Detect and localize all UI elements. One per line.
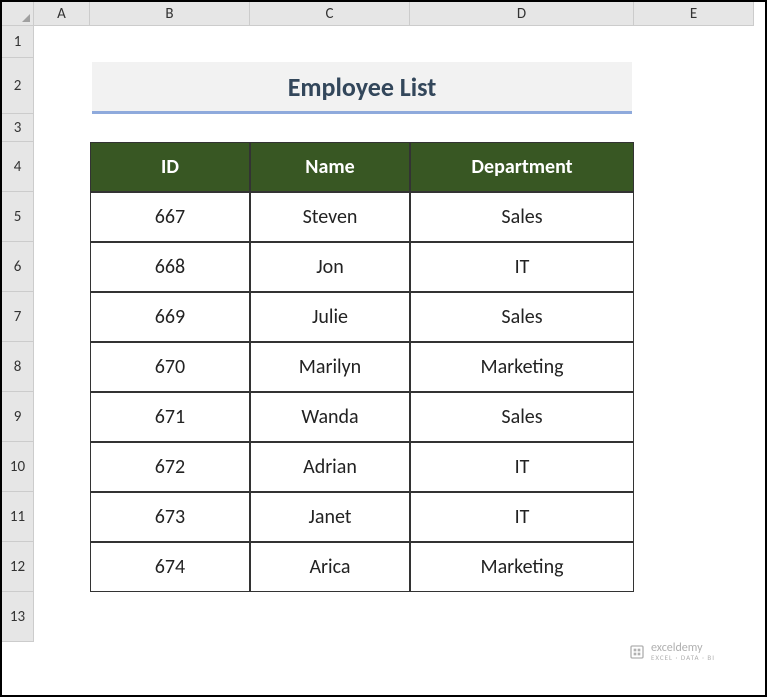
logo-icon (629, 644, 645, 660)
row-header-4[interactable]: 4 (2, 142, 34, 192)
table-row[interactable]: Sales (410, 292, 634, 342)
col-header-B[interactable]: B (90, 2, 250, 26)
table-row[interactable]: Sales (410, 392, 634, 442)
table-row[interactable]: 670 (90, 342, 250, 392)
row-header-3[interactable]: 3 (2, 114, 34, 142)
watermark: exceldemy EXCEL · DATA · BI (629, 642, 715, 661)
table-header-name[interactable]: Name (250, 142, 410, 192)
table-row[interactable]: IT (410, 442, 634, 492)
row-header-6[interactable]: 6 (2, 242, 34, 292)
row-header-12[interactable]: 12 (2, 542, 34, 592)
row-header-5[interactable]: 5 (2, 192, 34, 242)
table-row[interactable]: 671 (90, 392, 250, 442)
col-header-E[interactable]: E (634, 2, 754, 26)
row-header-1[interactable]: 1 (2, 26, 34, 58)
table-row[interactable]: Marketing (410, 542, 634, 592)
table-header-dept[interactable]: Department (410, 142, 634, 192)
table-header-id[interactable]: ID (90, 142, 250, 192)
row-header-2[interactable]: 2 (2, 58, 34, 114)
table-row[interactable]: Steven (250, 192, 410, 242)
spreadsheet-grid: A B C D E 1 2 3 4 5 6 7 8 9 10 11 12 13 … (2, 2, 754, 642)
table-row[interactable]: Marketing (410, 342, 634, 392)
table-row[interactable]: 674 (90, 542, 250, 592)
table-row[interactable]: Julie (250, 292, 410, 342)
row-header-7[interactable]: 7 (2, 292, 34, 342)
table-row[interactable]: IT (410, 492, 634, 542)
table-row[interactable]: IT (410, 242, 634, 292)
col-header-A[interactable]: A (34, 2, 90, 26)
row-header-9[interactable]: 9 (2, 392, 34, 442)
table-row[interactable]: Adrian (250, 442, 410, 492)
select-all-corner[interactable] (2, 2, 34, 26)
table-row[interactable]: Wanda (250, 392, 410, 442)
row-header-13[interactable]: 13 (2, 592, 34, 642)
table-row[interactable]: 667 (90, 192, 250, 242)
row-header-11[interactable]: 11 (2, 492, 34, 542)
table-row[interactable]: Sales (410, 192, 634, 242)
col-header-D[interactable]: D (410, 2, 634, 26)
page-title: Employee List (92, 62, 632, 114)
col-header-C[interactable]: C (250, 2, 410, 26)
table-row[interactable]: Janet (250, 492, 410, 542)
table-row[interactable]: Arica (250, 542, 410, 592)
table-row[interactable]: 669 (90, 292, 250, 342)
table-row[interactable]: 672 (90, 442, 250, 492)
table-row[interactable]: Marilyn (250, 342, 410, 392)
watermark-tag: EXCEL · DATA · BI (651, 654, 715, 661)
table-row[interactable]: 673 (90, 492, 250, 542)
row-header-8[interactable]: 8 (2, 342, 34, 392)
table-row[interactable]: 668 (90, 242, 250, 292)
row-header-10[interactable]: 10 (2, 442, 34, 492)
table-row[interactable]: Jon (250, 242, 410, 292)
